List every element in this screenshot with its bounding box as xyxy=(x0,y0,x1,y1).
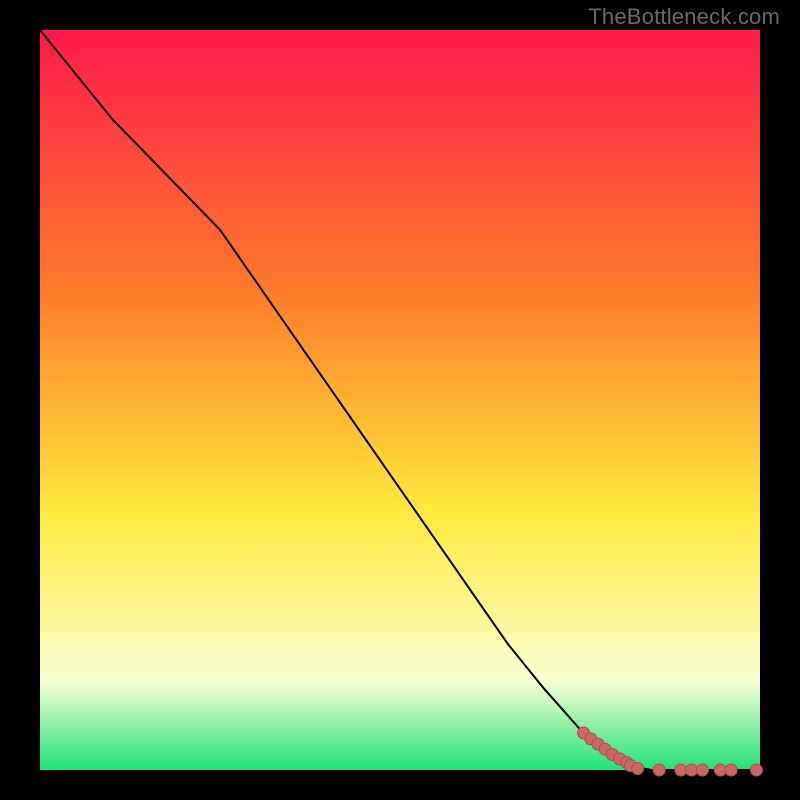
gradient-background xyxy=(40,30,760,770)
plot-area xyxy=(40,30,760,770)
data-point xyxy=(653,764,665,776)
data-point xyxy=(750,764,762,776)
data-point xyxy=(675,764,687,776)
chart-frame: TheBottleneck.com xyxy=(0,0,800,800)
data-point xyxy=(696,764,708,776)
data-point xyxy=(686,764,698,776)
data-point xyxy=(714,764,726,776)
data-point xyxy=(632,763,644,775)
data-point xyxy=(725,764,737,776)
watermark-text: TheBottleneck.com xyxy=(588,4,780,30)
chart-svg xyxy=(40,30,760,770)
